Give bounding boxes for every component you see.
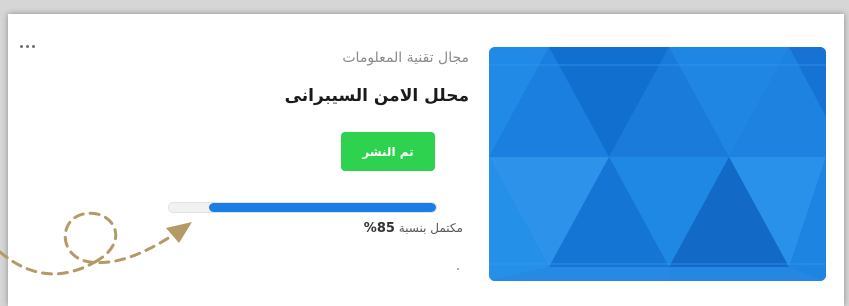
- progress-value: 85%: [363, 221, 395, 236]
- progress-label: مكتمل بنسبة 85%: [364, 221, 463, 236]
- progress-bar: [168, 202, 437, 213]
- pagination-dot: [457, 268, 459, 270]
- more-options-icon[interactable]: [18, 41, 40, 51]
- course-card: مجال تقنية المعلومات محلل الامن السيبران…: [8, 14, 844, 306]
- published-button[interactable]: تم النشر: [341, 132, 435, 171]
- course-title[interactable]: محلل الامن السيبرانى: [285, 86, 469, 106]
- progress-bar-fill: [209, 203, 436, 212]
- triangle-pattern-image: [489, 47, 826, 281]
- progress-prefix: مكتمل بنسبة: [398, 221, 463, 235]
- course-thumbnail[interactable]: [489, 47, 826, 281]
- course-category: مجال تقنية المعلومات: [342, 50, 469, 66]
